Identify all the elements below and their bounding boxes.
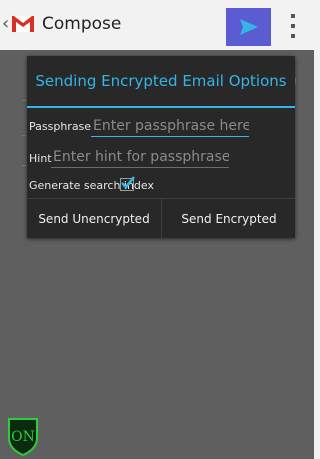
search-index-checkbox[interactable]	[120, 176, 136, 191]
passphrase-label: Passphrase	[29, 120, 92, 133]
dialog-title-divider	[27, 106, 295, 108]
passphrase-input[interactable]	[91, 116, 249, 137]
overflow-menu-icon[interactable]	[287, 14, 299, 38]
send-icon	[239, 19, 258, 35]
send-encrypted-button[interactable]: Send Encrypted	[162, 199, 296, 239]
hint-input[interactable]	[51, 147, 229, 168]
send-button[interactable]	[226, 8, 271, 46]
compose-field-divider	[22, 135, 26, 136]
encryption-options-dialog: Sending Encrypted Email Options Passphra…	[27, 56, 295, 239]
page-title: Compose	[42, 14, 122, 34]
compose-field-divider	[22, 165, 26, 166]
chevron-left-icon[interactable]: ‹	[2, 14, 9, 34]
gmail-logo-icon[interactable]	[11, 14, 35, 34]
compose-field-divider	[22, 100, 26, 101]
badge-text: ON	[11, 429, 35, 445]
send-unencrypted-button[interactable]: Send Unencrypted	[27, 199, 161, 239]
dialog-button-bar: Send Unencrypted Send Encrypted	[27, 198, 295, 239]
on-shield-badge: ON	[8, 418, 38, 456]
action-bar: ‹ Compose	[0, 0, 314, 51]
checkmark-icon	[121, 176, 136, 189]
hint-label: Hint	[29, 152, 52, 165]
dialog-title: Sending Encrypted Email Options	[35, 72, 287, 90]
